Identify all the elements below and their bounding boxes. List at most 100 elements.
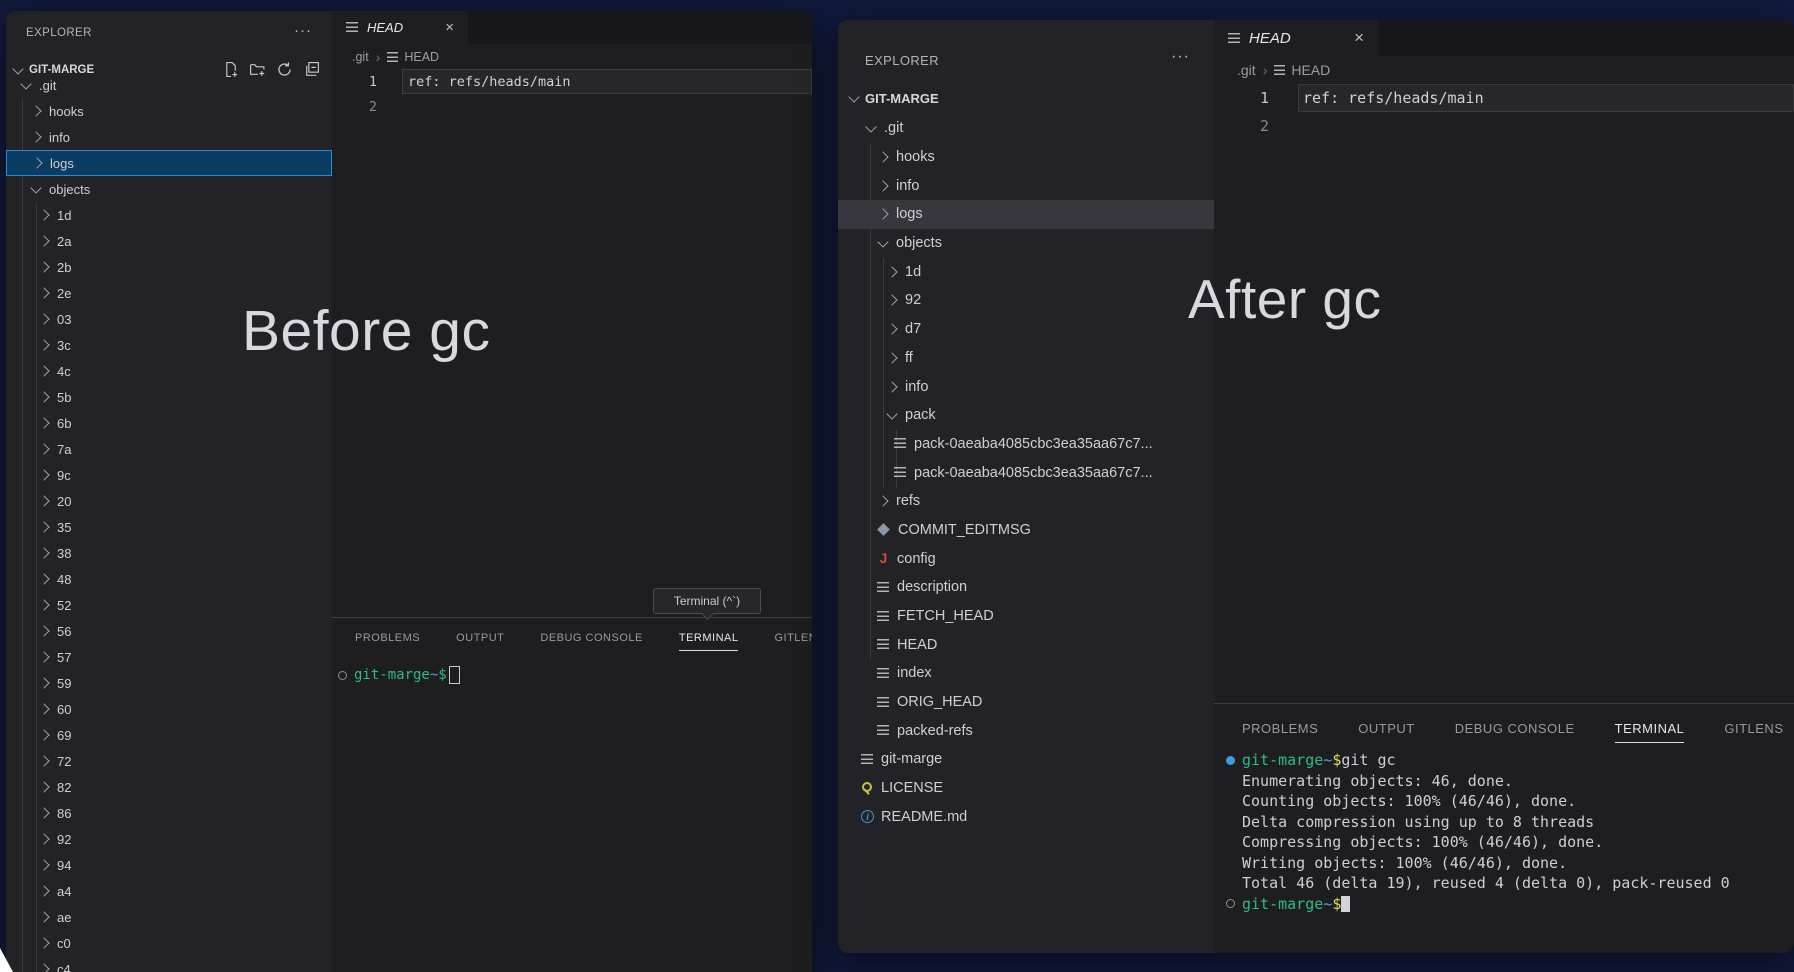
tree-item-fetch-head[interactable]: FETCH_HEAD [838,602,1214,631]
breadcrumb-folder[interactable]: .git [1237,62,1256,78]
project-header[interactable]: GIT-MARGE [848,86,939,110]
tree-item-info[interactable]: info [838,171,1214,200]
tree-item--git[interactable]: .git [6,72,332,98]
tree-item-9c[interactable]: 9c [6,462,332,488]
tree-item-5b[interactable]: 5b [6,384,332,410]
tree-item-label: ff [905,350,913,366]
tree-item-pack-0aeaba4085cbc3ea35aa67c7-[interactable]: pack-0aeaba4085cbc3ea35aa67c7... [838,430,1214,459]
panel-tabs: PROBLEMS OUTPUT DEBUG CONSOLE TERMINAL GITLE… [332,618,812,658]
panel-tab-output[interactable]: OUTPUT [1358,721,1414,736]
tree-item-86[interactable]: 86 [6,800,332,826]
tree-item-info[interactable]: info [6,124,332,150]
tree-item-35[interactable]: 35 [6,514,332,540]
terminal-output-line: Writing objects: 100% (46/46), done. [1214,853,1794,874]
more-actions-icon[interactable]: ··· [294,22,312,39]
close-icon[interactable]: × [445,19,454,36]
tree-item-pack-0aeaba4085cbc3ea35aa67c7-[interactable]: pack-0aeaba4085cbc3ea35aa67c7... [838,458,1214,487]
panel-tab-output[interactable]: OUTPUT [456,632,504,644]
tree-item-config[interactable]: Jconfig [838,544,1214,573]
tree-item-92[interactable]: 92 [6,826,332,852]
tree-item-48[interactable]: 48 [6,566,332,592]
explorer-sidebar: EXPLORER ··· GIT-MARGE .githooksinfologs… [6,11,332,972]
code-area[interactable]: 1 ref: refs/heads/main 2 [332,69,812,119]
tree-item-description[interactable]: description [838,573,1214,602]
chevron-right-icon [38,417,49,428]
tree-item-objects[interactable]: objects [838,229,1214,258]
code-area[interactable]: 1 ref: refs/heads/main 2 [1214,84,1794,140]
breadcrumb[interactable]: .git › HEAD [332,44,812,69]
panel-tab-debug-console[interactable]: DEBUG CONSOLE [540,632,642,644]
panel-tab-gitlens[interactable]: GITLENS [1724,721,1783,736]
tree-item-hooks[interactable]: hooks [838,143,1214,172]
tree-item-git-marge[interactable]: git-marge [838,745,1214,774]
tree-item-94[interactable]: 94 [6,852,332,878]
close-icon[interactable]: × [1354,28,1364,48]
panel-tab-problems[interactable]: PROBLEMS [355,632,420,644]
tree-item-a4[interactable]: a4 [6,878,332,904]
tree-item-readme-md[interactable]: iREADME.md [838,803,1214,832]
tree-item-head[interactable]: HEAD [838,630,1214,659]
tree-item-info[interactable]: info [838,372,1214,401]
tree-item-52[interactable]: 52 [6,592,332,618]
explorer-sidebar: EXPLORER ··· GIT-MARGE .githooksinfologs… [838,20,1214,953]
tree-item-57[interactable]: 57 [6,644,332,670]
tree-item-objects[interactable]: objects [6,176,332,202]
tab-label: HEAD [367,20,403,35]
tree-item-logs[interactable]: logs [6,150,332,176]
tree-item-label: ORIG_HEAD [897,694,982,710]
terminal[interactable]: git-marge ~ $git gcEnumerating objects: … [1214,750,1794,914]
tree-item-hooks[interactable]: hooks [6,98,332,124]
tree-item-38[interactable]: 38 [6,540,332,566]
tree-item-1d[interactable]: 1d [838,257,1214,286]
tree-item-82[interactable]: 82 [6,774,332,800]
tree-item-index[interactable]: index [838,659,1214,688]
file-icon [877,639,889,650]
tab-head[interactable]: HEAD × [332,11,468,44]
tree-item-69[interactable]: 69 [6,722,332,748]
tree-item-ff[interactable]: ff [838,344,1214,373]
tree-item-56[interactable]: 56 [6,618,332,644]
terminal[interactable]: git-marge ~ $ [332,665,812,686]
tree-item-20[interactable]: 20 [6,488,332,514]
breadcrumb-folder[interactable]: .git [352,50,369,64]
tree-item-72[interactable]: 72 [6,748,332,774]
breadcrumb[interactable]: .git › HEAD [1214,56,1794,84]
config-file-icon: J [877,551,890,566]
tree-item-d7[interactable]: d7 [838,315,1214,344]
tree-item-c4[interactable]: c4 [6,956,332,972]
tree-item-pack[interactable]: pack [838,401,1214,430]
tree-item-2a[interactable]: 2a [6,228,332,254]
tree-item--git[interactable]: .git [838,114,1214,143]
tree-item-92[interactable]: 92 [838,286,1214,315]
tree-item-logs[interactable]: logs [838,200,1214,229]
tree-item-2b[interactable]: 2b [6,254,332,280]
tree-item-license[interactable]: LICENSE [838,774,1214,803]
tree-item-7a[interactable]: 7a [6,436,332,462]
chevron-right-icon [886,323,897,334]
panel-tab-gitlens[interactable]: GITLENS [774,632,812,644]
tree-item-c0[interactable]: c0 [6,930,332,956]
tab-head[interactable]: HEAD × [1214,20,1378,56]
panel-tab-terminal[interactable]: TERMINAL [679,632,739,644]
panel-tab-problems[interactable]: PROBLEMS [1242,721,1318,736]
breadcrumb-file[interactable]: HEAD [1291,62,1330,78]
tree-item-label: pack-0aeaba4085cbc3ea35aa67c7... [914,465,1153,481]
terminal-output-text: Compressing objects: 100% (46/46), done. [1242,833,1603,851]
tree-item-commit-editmsg[interactable]: COMMIT_EDITMSG [838,516,1214,545]
tree-item-label: objects [896,235,942,251]
more-actions-icon[interactable]: ··· [1171,48,1190,66]
breadcrumb-file[interactable]: HEAD [404,50,439,64]
tooltip-text: Terminal (^`) [674,594,740,608]
tree-item-orig-head[interactable]: ORIG_HEAD [838,688,1214,717]
tree-item-ae[interactable]: ae [6,904,332,930]
tree-item-1d[interactable]: 1d [6,202,332,228]
panel-tab-debug-console[interactable]: DEBUG CONSOLE [1455,721,1575,736]
panel-tab-terminal[interactable]: TERMINAL [1615,721,1685,736]
tree-item-refs[interactable]: refs [838,487,1214,516]
file-icon [877,582,889,593]
tree-item-label: 03 [57,312,71,327]
tree-item-60[interactable]: 60 [6,696,332,722]
tree-item-59[interactable]: 59 [6,670,332,696]
tree-item-packed-refs[interactable]: packed-refs [838,716,1214,745]
tree-item-6b[interactable]: 6b [6,410,332,436]
